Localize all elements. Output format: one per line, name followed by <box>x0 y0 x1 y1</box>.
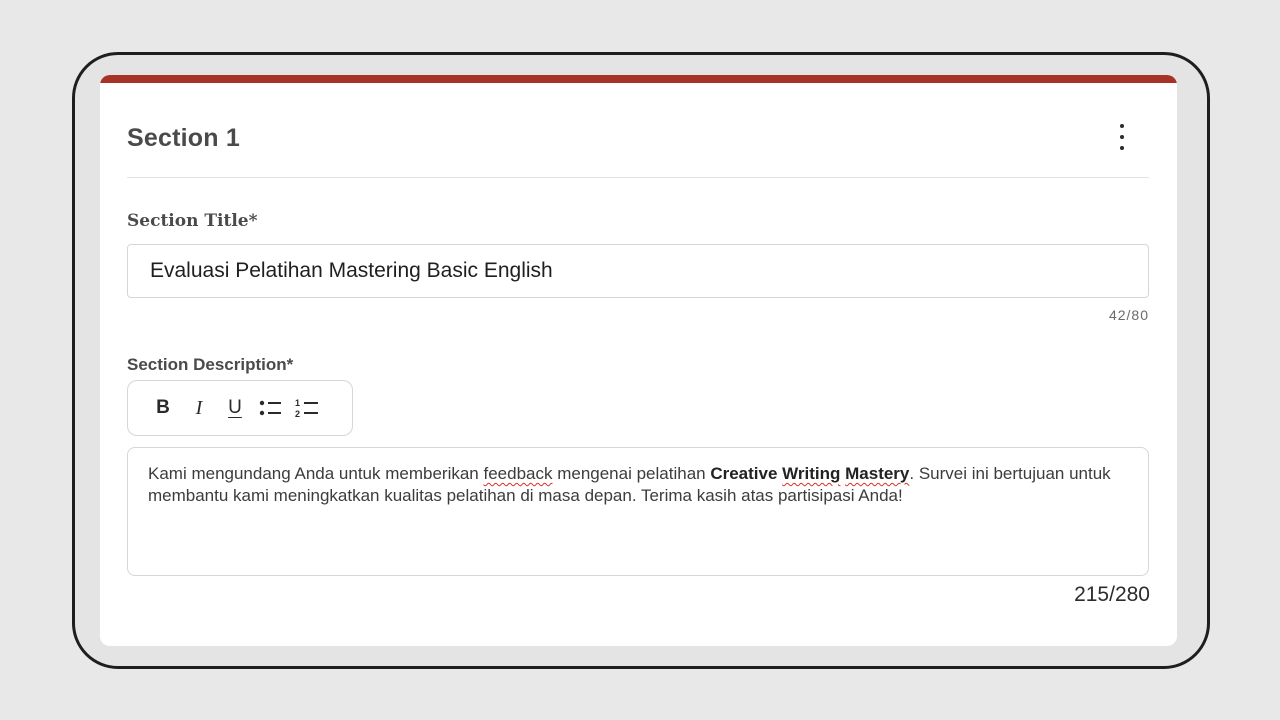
svg-text:2: 2 <box>295 409 300 419</box>
section-description-label: Section Description* <box>127 355 294 374</box>
numbered-list-icon[interactable]: 1 2 <box>292 393 322 423</box>
bold-button[interactable]: B <box>148 393 178 423</box>
section-heading: Section 1 <box>127 124 240 152</box>
description-char-counter: 215/280 <box>1074 583 1150 606</box>
svg-text:1: 1 <box>295 398 300 408</box>
underline-button[interactable]: U <box>220 393 250 423</box>
misspelled-word: Writing <box>782 464 841 483</box>
section-description-editor[interactable]: Kami mengundang Anda untuk memberikan fe… <box>127 447 1149 576</box>
device-frame: Section 1 Section Title* 42/80 Section D… <box>72 52 1210 669</box>
card-accent-bar <box>100 75 1177 83</box>
section-title-label: Section Title* <box>127 211 258 231</box>
misspelled-word: Mastery <box>845 464 910 483</box>
more-vert-icon[interactable] <box>1113 124 1131 150</box>
formatting-toolbar: B I U 1 2 <box>127 380 353 436</box>
section-card: Section 1 Section Title* 42/80 Section D… <box>100 75 1177 646</box>
section-title-input[interactable] <box>127 244 1149 298</box>
misspelled-word: feedback <box>483 464 553 483</box>
title-char-counter: 42/80 <box>1108 307 1149 323</box>
bold-text: Creative Writing Mastery <box>710 464 910 483</box>
section-header: Section 1 <box>127 119 1149 178</box>
bulleted-list-icon[interactable] <box>256 393 286 423</box>
italic-button[interactable]: I <box>184 393 214 423</box>
